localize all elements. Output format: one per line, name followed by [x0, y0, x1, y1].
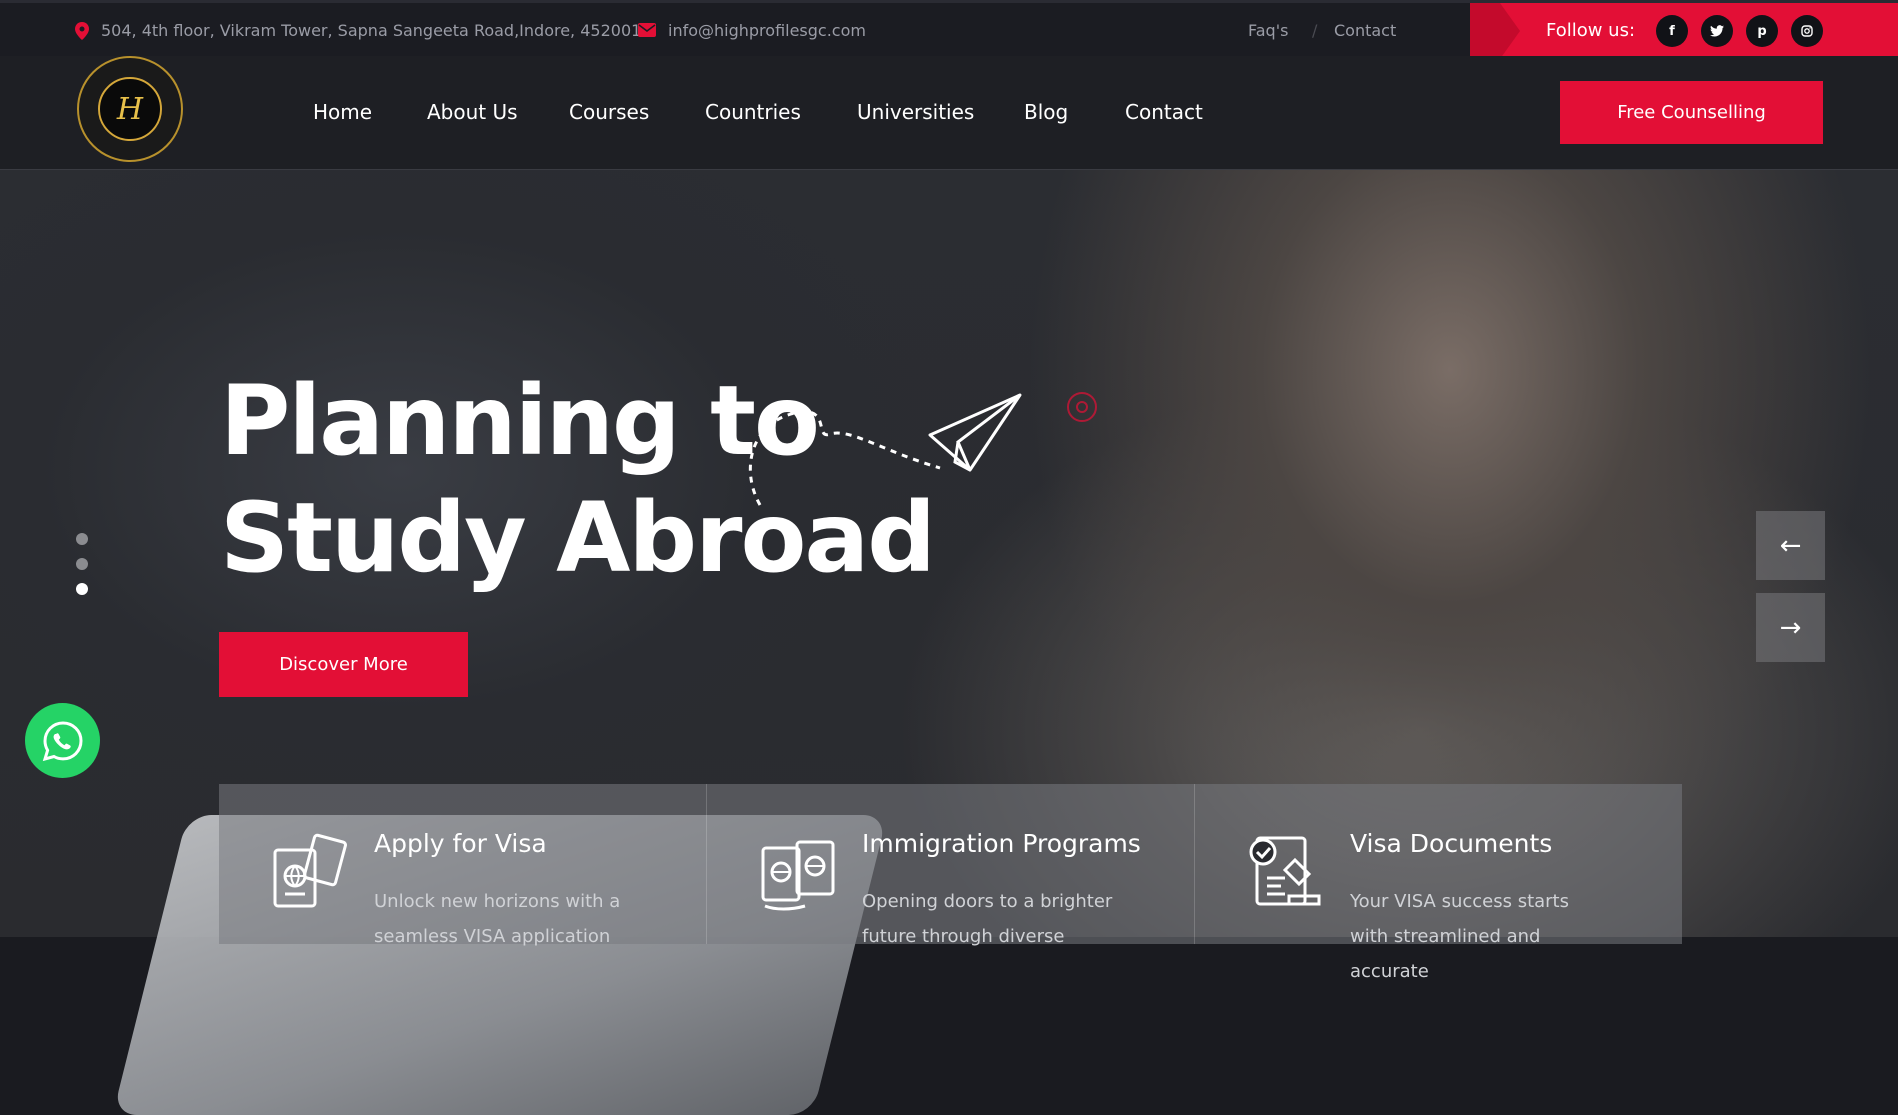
documents-stamp-icon	[1249, 836, 1321, 906]
logo[interactable]: H	[77, 56, 183, 162]
discover-more-button[interactable]: Discover More	[219, 632, 468, 697]
whatsapp-icon	[42, 720, 83, 761]
follow-us-label: Follow us:	[1546, 20, 1636, 41]
nav-contact[interactable]: Contact	[1125, 100, 1203, 124]
free-counselling-button[interactable]: Free Counselling	[1560, 81, 1823, 144]
hero-headline-line1: Planning to	[220, 365, 820, 477]
passports-globe-icon	[761, 840, 835, 911]
pinterest-icon[interactable]: p	[1746, 15, 1778, 47]
nav-courses[interactable]: Courses	[569, 100, 649, 124]
passport-icon	[273, 833, 347, 908]
nav-home[interactable]: Home	[313, 100, 372, 124]
nav-countries[interactable]: Countries	[705, 100, 801, 124]
logo-mark-icon: H	[98, 77, 162, 141]
main-header: H Home About Us Courses Countries Univer…	[0, 56, 1898, 170]
follow-us-bar: Follow us: f p	[1470, 3, 1898, 59]
faq-link[interactable]: Faq's	[1248, 21, 1288, 40]
email-icon	[638, 22, 656, 41]
topbar-divider: /	[1312, 21, 1318, 40]
follow-decor	[1470, 3, 1520, 59]
facebook-icon[interactable]: f	[1656, 15, 1688, 47]
feature-desc: Unlock new horizons with a seamless VISA…	[374, 891, 621, 947]
feature-immigration-programs[interactable]: Immigration Programs Opening doors to a …	[707, 784, 1194, 947]
nav-blog[interactable]: Blog	[1024, 100, 1068, 124]
features-strip: Apply for Visa Unlock new horizons with …	[219, 784, 1682, 982]
feature-apply-visa[interactable]: Apply for Visa Unlock new horizons with …	[219, 784, 706, 947]
location-icon	[75, 22, 89, 44]
nav-universities[interactable]: Universities	[857, 100, 974, 124]
topbar: 504, 4th floor, Vikram Tower, Sapna Sang…	[0, 0, 1898, 59]
target-icon	[1067, 392, 1097, 422]
topbar-contact-link[interactable]: Contact	[1334, 21, 1396, 40]
address-text: 504, 4th floor, Vikram Tower, Sapna Sang…	[101, 21, 642, 40]
slider-dot-2[interactable]	[76, 558, 88, 570]
slider-dot-1[interactable]	[76, 533, 88, 545]
slider-prev-button[interactable]: ←	[1756, 511, 1825, 580]
whatsapp-button[interactable]	[25, 703, 100, 778]
instagram-icon[interactable]	[1791, 15, 1823, 47]
nav-about-us[interactable]: About Us	[427, 100, 518, 124]
feature-title: Visa Documents	[1350, 829, 1553, 858]
feature-visa-documents[interactable]: Visa Documents Your VISA success starts …	[1195, 784, 1682, 982]
feature-title: Apply for Visa	[374, 829, 547, 858]
slider-next-button[interactable]: →	[1756, 593, 1825, 662]
feature-title: Immigration Programs	[862, 829, 1141, 858]
email-link[interactable]: info@highprofilesgc.com	[668, 21, 866, 40]
paper-plane-icon	[748, 393, 1022, 506]
twitter-icon[interactable]	[1701, 15, 1733, 47]
slider-dot-3[interactable]	[76, 583, 88, 595]
feature-desc: Opening doors to a brighter future throu…	[862, 891, 1113, 947]
